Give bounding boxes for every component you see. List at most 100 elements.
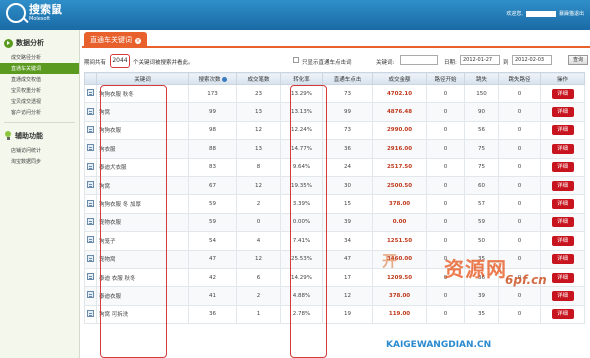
detail-button[interactable]: 详细 (551, 125, 574, 136)
sort-icon[interactable] (221, 76, 227, 82)
close-icon[interactable]: × (135, 38, 141, 44)
table-row[interactable]: 宠物衣服 59 0 0.00% 39 0.00 0 59 0 详细 (84, 212, 585, 233)
table-row[interactable]: 狗窝 可拆洗 36 1 2.78% 19 119.00 0 35 0 详细 (84, 304, 585, 325)
col-header-ztc-clicks[interactable]: 直通车点击 (322, 72, 373, 85)
row-icon-cell[interactable] (84, 194, 97, 214)
sidebar-item-ztc-keywords[interactable]: 直通车关键词 (0, 63, 79, 74)
watermark-domain: 6pf.cn (505, 273, 547, 287)
detail-doc-icon[interactable] (87, 199, 94, 207)
detail-button[interactable]: 详细 (551, 290, 574, 301)
col-header-amount[interactable]: 成交金额 (372, 72, 427, 85)
table-row[interactable]: 狗狗衣服 秋冬 173 23 13.29% 73 4702.10 0 150 0 详细 (84, 83, 585, 104)
cell-deals: 13 (236, 102, 281, 122)
detail-button[interactable]: 详细 (551, 254, 574, 265)
table-row[interactable]: 泰迪犬衣服 83 8 9.64% 24 2517.50 0 75 0 详细 (84, 157, 585, 177)
table-row[interactable]: 泰迪衣服 41 2 4.88% 12 378.00 0 39 0 详细 (84, 286, 585, 306)
detail-doc-icon[interactable] (87, 273, 94, 281)
cell-deals: 2 (236, 286, 281, 306)
cell-path-start: 0 (426, 102, 465, 122)
col-header-deals[interactable]: 成交笔数 (236, 72, 281, 85)
cell-bounce: 150 (464, 83, 499, 104)
cell-ztc-clicks: 47 (322, 249, 373, 269)
date-to-input[interactable]: 2012-02-03 (512, 55, 552, 65)
detail-button[interactable]: 详细 (551, 88, 574, 99)
col-header-bounce-path[interactable]: 跳失路径 (498, 72, 541, 85)
table-row[interactable]: 狗窝 99 13 13.13% 99 4876.48 0 90 0 详细 (84, 102, 585, 122)
col-header-conversion[interactable]: 转化率 (280, 72, 323, 85)
cell-ztc-clicks: 73 (322, 83, 373, 104)
ztc-only-checkbox[interactable] (293, 57, 299, 63)
tab-ztc-keywords[interactable]: 直通车关键词 × (84, 32, 147, 48)
cell-bounce-path: 0 (498, 286, 541, 306)
detail-button[interactable]: 详细 (551, 107, 574, 118)
detail-doc-icon[interactable] (87, 125, 94, 133)
col-header-searches[interactable]: 搜索次数 (188, 72, 237, 85)
watermark-text: 资源网 (444, 257, 507, 281)
row-icon-cell[interactable] (84, 102, 97, 122)
date-from-input[interactable]: 2012-01-27 (460, 55, 500, 65)
table-row[interactable]: 狗窝 67 12 19.35% 30 2500.50 0 60 0 详细 (84, 175, 585, 196)
row-icon-cell[interactable] (84, 139, 97, 159)
logo-title: 搜索鼠 (29, 3, 62, 16)
row-icon-cell[interactable] (84, 304, 97, 325)
row-icon-cell[interactable] (84, 267, 97, 288)
detail-doc-icon[interactable] (87, 309, 94, 317)
row-icon-cell[interactable] (84, 120, 97, 141)
cell-conversion: 13.13% (280, 102, 323, 122)
detail-button[interactable]: 详细 (551, 272, 574, 283)
app-logo[interactable]: 搜索鼠 Molesoft (6, 3, 62, 23)
cell-keyword: 狗衣服 (96, 139, 189, 159)
sidebar-item-shop-visits[interactable]: 店铺访问统计 (0, 145, 79, 156)
table-row[interactable]: 宠物窝 47 12 25.53% 47 3460.00 0 35 0 详细 (84, 249, 585, 269)
cell-path-start: 0 (426, 212, 465, 233)
col-header-keyword[interactable]: 关键词 (96, 72, 189, 85)
detail-button[interactable]: 详细 (551, 235, 574, 246)
tab-label: 直通车关键词 (90, 36, 132, 44)
table-row[interactable]: 狗笼子 54 4 7.41% 34 1251.50 0 50 0 详细 (84, 231, 585, 251)
detail-button[interactable]: 详细 (551, 162, 574, 173)
row-icon-cell[interactable] (84, 212, 97, 233)
detail-doc-icon[interactable] (87, 291, 94, 299)
cell-amount: 1209.50 (372, 267, 427, 288)
detail-button[interactable]: 详细 (551, 199, 574, 210)
detail-doc-icon[interactable] (87, 181, 94, 189)
cell-bounce: 75 (464, 139, 499, 159)
detail-button[interactable]: 详细 (551, 217, 574, 228)
sidebar-item-path-analysis[interactable]: 成交路径分析 (0, 52, 79, 63)
keyword-input[interactable] (400, 55, 438, 65)
detail-doc-icon[interactable] (87, 236, 94, 244)
detail-doc-icon[interactable] (87, 144, 94, 152)
row-icon-cell[interactable] (84, 286, 97, 306)
cell-bounce-path: 0 (498, 139, 541, 159)
logout-link[interactable]: 暴躁猫退出 (559, 10, 584, 17)
cell-bounce-path: 0 (498, 304, 541, 325)
detail-button[interactable]: 详细 (551, 143, 574, 154)
detail-button[interactable]: 详细 (551, 180, 574, 191)
cell-conversion: 9.64% (280, 157, 323, 177)
sidebar-item-item-weight[interactable]: 宝贝权重分析 (0, 85, 79, 96)
sidebar-section-data-analysis[interactable]: 数据分析 (0, 30, 79, 52)
detail-doc-icon[interactable] (87, 217, 94, 225)
sidebar-section-tools[interactable]: 辅助功能 (0, 123, 79, 145)
table-row[interactable]: 狗衣服 88 13 14.77% 36 2916.00 0 75 0 详细 (84, 139, 585, 159)
col-header-path-start[interactable]: 路径开始 (426, 72, 465, 85)
query-button[interactable]: 查询 (568, 55, 588, 65)
row-icon-cell[interactable] (84, 157, 97, 177)
sidebar-item-taobao-sync[interactable]: 淘宝数据同步 (0, 156, 79, 167)
detail-button[interactable]: 详细 (551, 309, 574, 320)
cell-searches: 67 (188, 175, 237, 196)
sidebar-item-customer-visits[interactable]: 客户访问分析 (0, 107, 79, 118)
row-icon-cell[interactable] (84, 231, 97, 251)
detail-doc-icon[interactable] (87, 162, 94, 170)
detail-doc-icon[interactable] (87, 89, 94, 97)
row-icon-cell[interactable] (84, 175, 97, 196)
table-row[interactable]: 狗狗衣服 冬 加厚 59 2 3.39% 15 378.00 0 57 0 详细 (84, 194, 585, 214)
table-row[interactable]: 狗狗衣服 98 12 12.24% 73 2990.00 0 56 0 详细 (84, 120, 585, 141)
row-icon-cell[interactable] (84, 249, 97, 269)
detail-doc-icon[interactable] (87, 254, 94, 262)
sidebar-item-deal-weight[interactable]: 直通成交权值 (0, 74, 79, 85)
row-icon-cell[interactable] (84, 83, 97, 104)
col-header-bounce[interactable]: 跳失 (464, 72, 499, 85)
detail-doc-icon[interactable] (87, 107, 94, 115)
sidebar-item-item-deal-view[interactable]: 宝贝成交透视 (0, 96, 79, 107)
